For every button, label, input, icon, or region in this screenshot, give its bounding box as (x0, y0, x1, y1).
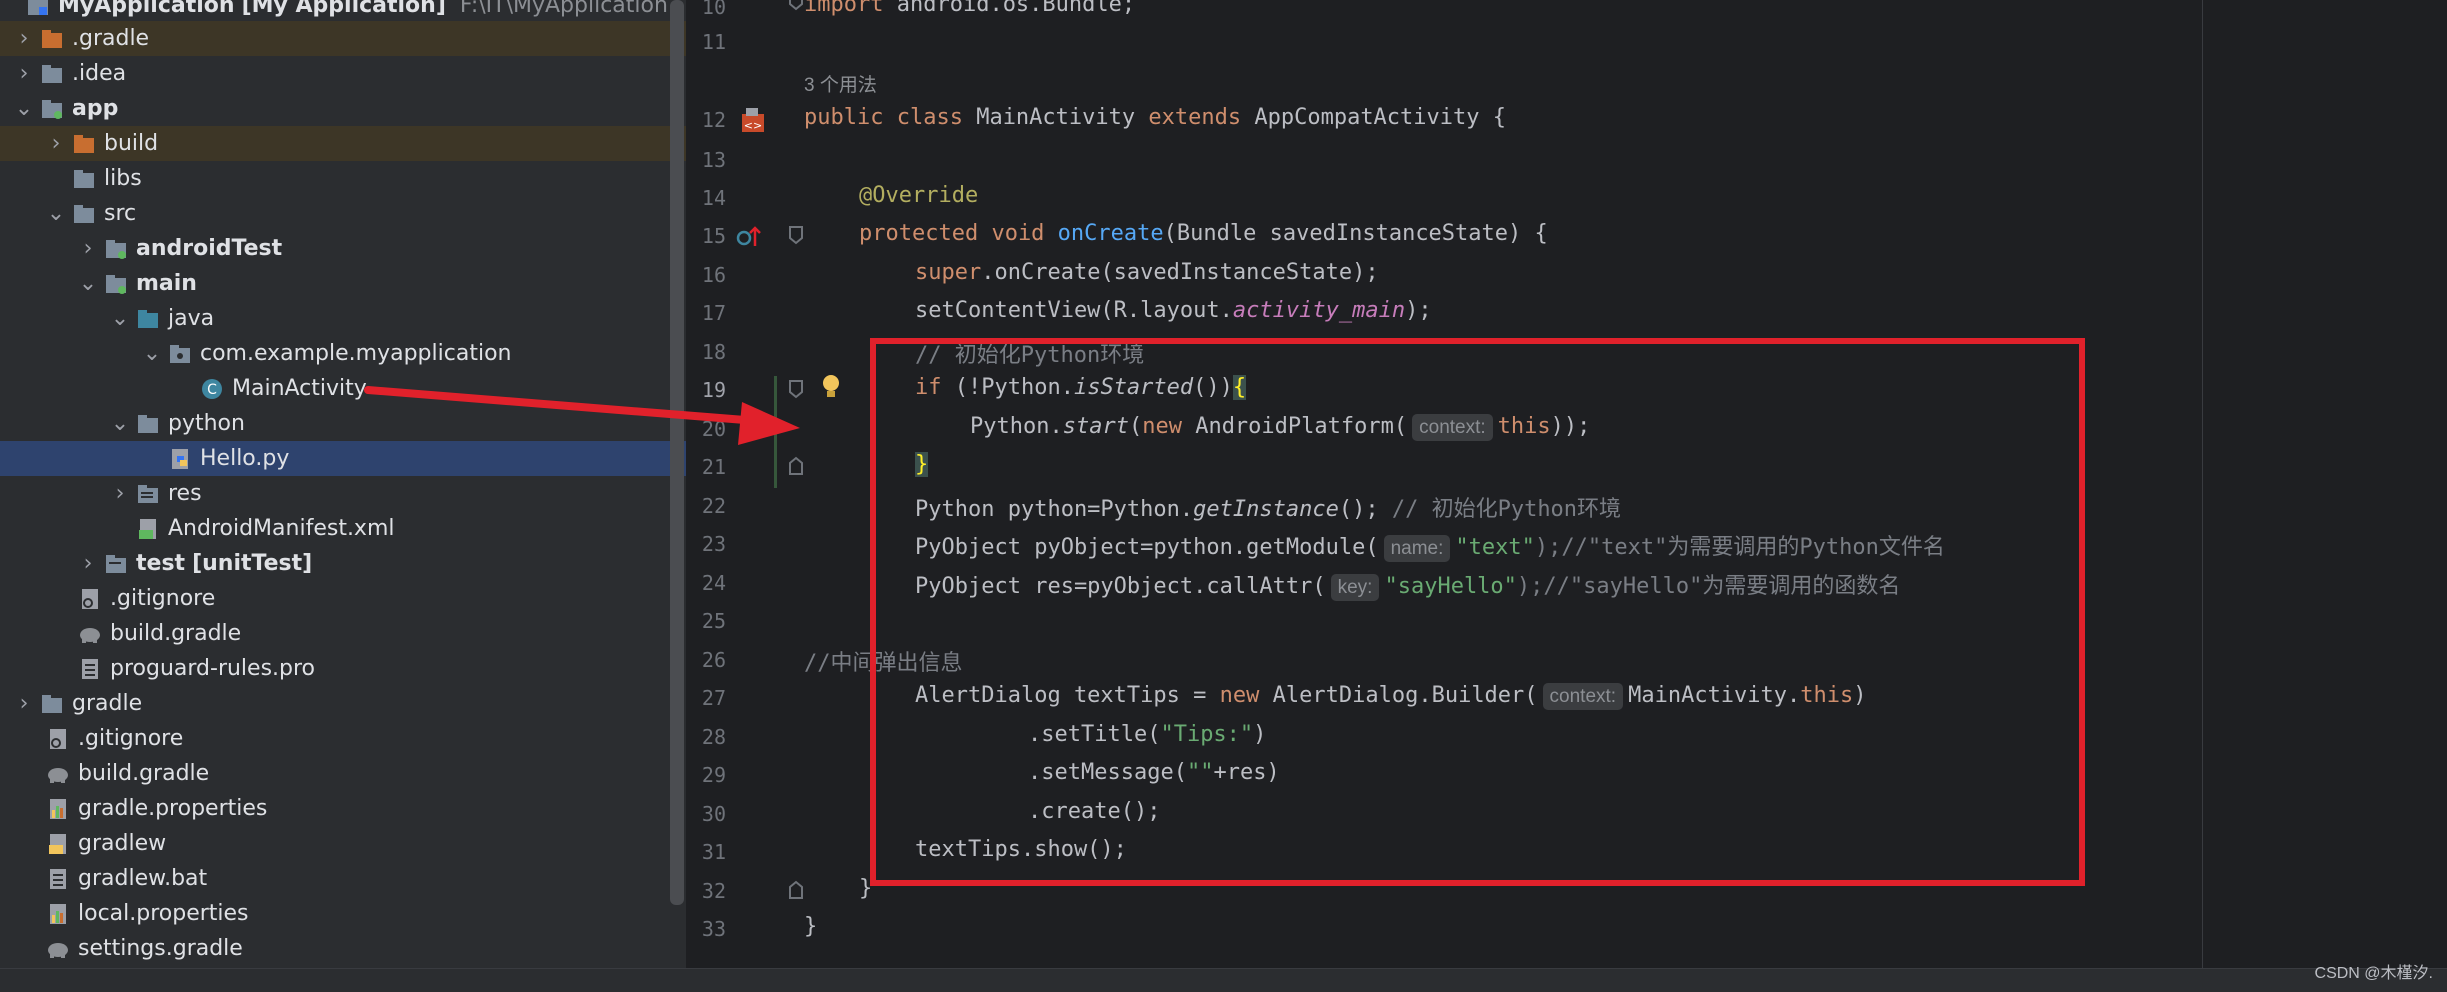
watermark-text: CSDN @木槿汐. (2314, 965, 2433, 982)
annotation-arrow (364, 386, 800, 445)
status-bar (0, 968, 2447, 992)
